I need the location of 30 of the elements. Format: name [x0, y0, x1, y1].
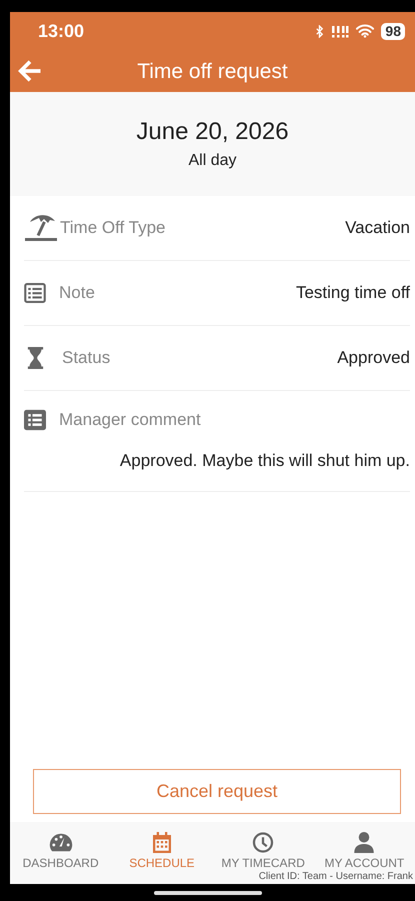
cancel-request-button[interactable]: Cancel request [33, 769, 401, 814]
request-date: June 20, 2026 [136, 118, 289, 146]
nav-tab[interactable]: MY TIMECARD [212, 822, 314, 870]
account-info: Client ID: Team - Username: Frank [258, 870, 414, 884]
umbrella-icon [24, 213, 58, 243]
signal-icon [331, 24, 350, 38]
status-time: 13:00 [38, 20, 84, 42]
field-value: Vacation [345, 218, 410, 238]
list-icon [24, 282, 46, 304]
field-label: Note [59, 283, 96, 303]
field-label: Manager comment [59, 410, 202, 430]
field-label: Status [62, 348, 112, 368]
screen-title: Time off request [137, 60, 288, 84]
person-icon [352, 832, 376, 853]
field-value: Approved [337, 348, 410, 368]
field-value: Testing time off [296, 283, 410, 303]
nav-tab[interactable]: DASHBOARD [10, 822, 112, 870]
request-duration: All day [188, 152, 237, 170]
field-label: Time Off Type [60, 218, 167, 238]
comment-text: Approved. Maybe this will shut him up. [118, 451, 410, 471]
battery-indicator: 98 [381, 22, 405, 40]
bluetooth-icon [315, 24, 324, 38]
gauge-icon [48, 832, 73, 853]
home-indicator[interactable] [154, 890, 262, 894]
nav-tab[interactable]: MY ACCOUNT [314, 822, 415, 870]
nav-tab[interactable]: SCHEDULE [111, 822, 212, 870]
clock-icon [251, 832, 276, 853]
wifi-icon [356, 24, 374, 38]
list-icon [24, 409, 46, 431]
hourglass-icon [27, 347, 44, 369]
